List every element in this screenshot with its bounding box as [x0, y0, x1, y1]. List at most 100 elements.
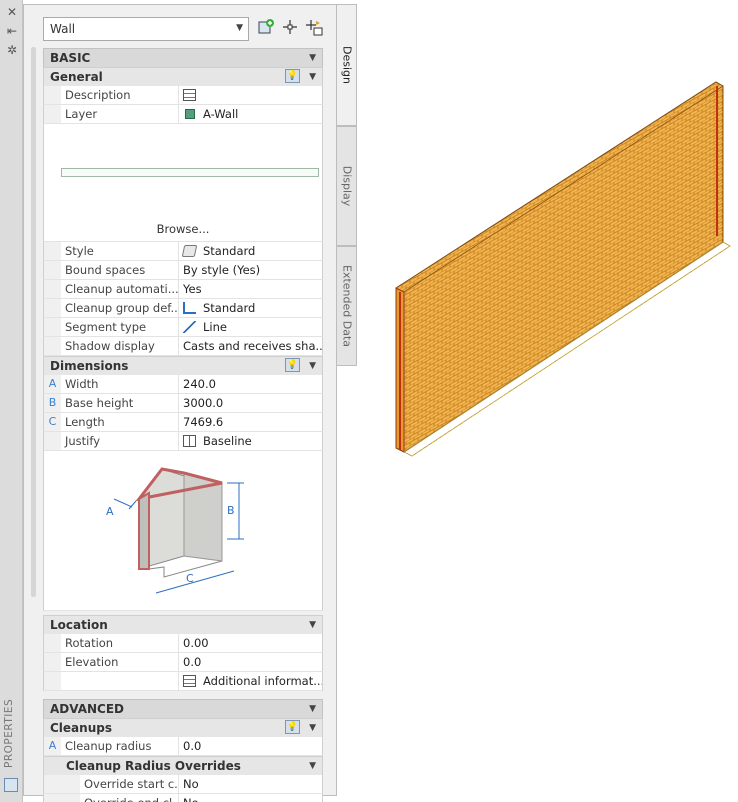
property-row-override-start[interactable]: Override start c... No: [43, 775, 323, 794]
section-basic[interactable]: BASIC ▼: [43, 48, 323, 67]
subcategory-label: Cleanup Radius Overrides: [66, 759, 241, 773]
collapse-icon[interactable]: ▼: [309, 53, 316, 63]
dimension-label-c: C: [186, 572, 194, 585]
property-label: Justify: [61, 432, 179, 450]
property-value[interactable]: 0.0: [179, 737, 322, 755]
property-label: Description: [61, 86, 179, 104]
property-label: Shadow display: [61, 337, 179, 355]
property-label: Segment type: [61, 318, 179, 336]
browse-link[interactable]: Browse...: [44, 222, 322, 236]
collapse-icon[interactable]: ▼: [309, 704, 316, 714]
property-label: Rotation: [61, 634, 179, 652]
property-row-style[interactable]: Style Standard: [43, 242, 323, 261]
property-value[interactable]: 3000.0: [179, 394, 322, 412]
layer-color-icon: [185, 109, 195, 119]
tab-extended-data[interactable]: Extended Data: [337, 246, 357, 366]
property-row-base-height[interactable]: B Base height 3000.0: [43, 394, 323, 413]
property-value[interactable]: Yes: [179, 280, 322, 298]
section-basic-label: BASIC: [50, 51, 91, 65]
category-location-label: Location: [50, 618, 108, 632]
property-row-justify[interactable]: Justify Baseline: [43, 432, 323, 451]
property-value[interactable]: 0.0: [179, 653, 322, 671]
property-value[interactable]: No: [179, 775, 322, 793]
properties-palette: Wall ▼ BASIC ▼ General 💡 ▼ Description L…: [23, 4, 337, 802]
property-label: Cleanup radius: [61, 737, 179, 755]
property-value[interactable]: Baseline: [179, 432, 322, 450]
category-cleanup-radius-overrides[interactable]: Cleanup Radius Overrides ▼: [43, 756, 323, 775]
property-label: Cleanup group def...: [61, 299, 179, 317]
brick-wall-model[interactable]: [380, 60, 738, 480]
dimension-label-b: B: [227, 504, 235, 517]
property-label: Style: [61, 242, 179, 260]
wall-diagram: A B C: [106, 467, 244, 594]
tab-display[interactable]: Display: [337, 126, 357, 246]
property-value[interactable]: By style (Yes): [179, 261, 322, 279]
property-value[interactable]: Line: [179, 318, 322, 336]
property-value[interactable]: Standard: [179, 299, 322, 317]
category-cleanups[interactable]: Cleanups 💡 ▼: [43, 718, 323, 737]
drawing-viewport[interactable]: [380, 60, 738, 480]
property-value[interactable]: 0.00: [179, 634, 322, 652]
property-value[interactable]: Casts and receives sha...: [179, 337, 322, 355]
object-type-select[interactable]: Wall ▼: [43, 17, 249, 41]
settings-icon[interactable]: ✲: [5, 43, 19, 57]
category-dimensions[interactable]: Dimensions 💡 ▼: [43, 356, 323, 375]
quick-select-icon[interactable]: [305, 18, 325, 38]
vertical-scrollbar[interactable]: [31, 47, 36, 597]
property-value[interactable]: No: [179, 794, 322, 802]
property-value[interactable]: 7469.6: [179, 413, 322, 431]
lightbulb-icon[interactable]: 💡: [285, 358, 300, 372]
close-icon[interactable]: ✕: [5, 5, 19, 19]
property-label: Base height: [61, 394, 179, 412]
property-value[interactable]: 240.0: [179, 375, 322, 393]
property-row-width[interactable]: A Width 240.0: [43, 375, 323, 394]
property-value[interactable]: [179, 86, 322, 104]
lightbulb-icon[interactable]: 💡: [285, 720, 300, 734]
lightbulb-icon[interactable]: 💡: [285, 69, 300, 83]
section-advanced[interactable]: ADVANCED ▼: [43, 699, 323, 718]
tab-design[interactable]: Design: [337, 4, 357, 126]
property-row-length[interactable]: C Length 7469.6: [43, 413, 323, 432]
collapse-icon[interactable]: ▼: [309, 723, 316, 733]
property-row-layer[interactable]: Layer A-Wall: [43, 105, 323, 124]
table-icon[interactable]: [183, 89, 196, 101]
property-row-elevation[interactable]: Elevation 0.0: [43, 653, 323, 672]
property-row-description[interactable]: Description: [43, 86, 323, 105]
property-row-additional-info[interactable]: Additional informat...: [43, 672, 323, 691]
property-label: Length: [61, 413, 179, 431]
wall-dimension-illustration: A B C: [43, 451, 323, 611]
properties-icon[interactable]: [4, 778, 18, 792]
category-location[interactable]: Location ▼: [43, 615, 323, 634]
table-icon[interactable]: [183, 675, 196, 687]
property-label: [61, 672, 179, 690]
property-value[interactable]: Additional informat...: [179, 672, 322, 690]
category-dimensions-label: Dimensions: [50, 359, 129, 373]
property-row-override-end[interactable]: Override end cl... No: [43, 794, 323, 802]
category-cleanups-label: Cleanups: [50, 721, 112, 735]
collapse-icon[interactable]: ▼: [309, 761, 316, 771]
property-row-cleanup-group[interactable]: Cleanup group def... Standard: [43, 299, 323, 318]
property-row-cleanup-automatic[interactable]: Cleanup automati... Yes: [43, 280, 323, 299]
cleanup-group-icon: [183, 302, 196, 314]
collapse-icon[interactable]: ▼: [309, 361, 316, 371]
property-value[interactable]: Standard: [179, 242, 322, 260]
property-row-segment-type[interactable]: Segment type Line: [43, 318, 323, 337]
property-value[interactable]: A-Wall: [179, 105, 322, 123]
property-label: Width: [61, 375, 179, 393]
collapse-icon[interactable]: ▼: [309, 72, 316, 82]
palette-title: PROPERTIES: [3, 698, 15, 768]
property-row-shadow-display[interactable]: Shadow display Casts and receives sha...: [43, 337, 323, 356]
preview-box: [61, 168, 319, 177]
dimension-marker: C: [44, 413, 61, 431]
add-to-selection-icon[interactable]: [256, 18, 276, 38]
autohide-icon[interactable]: ⇤: [5, 24, 19, 38]
property-grid: BASIC ▼ General 💡 ▼ Description Layer A-…: [43, 48, 323, 802]
select-objects-icon[interactable]: [280, 18, 300, 38]
property-row-cleanup-radius[interactable]: A Cleanup radius 0.0: [43, 737, 323, 756]
property-row-bound-spaces[interactable]: Bound spaces By style (Yes): [43, 261, 323, 280]
property-row-rotation[interactable]: Rotation 0.00: [43, 634, 323, 653]
property-label: Bound spaces: [61, 261, 179, 279]
collapse-icon[interactable]: ▼: [309, 620, 316, 630]
dimension-marker: A: [44, 375, 61, 393]
category-general[interactable]: General 💡 ▼: [43, 67, 323, 86]
